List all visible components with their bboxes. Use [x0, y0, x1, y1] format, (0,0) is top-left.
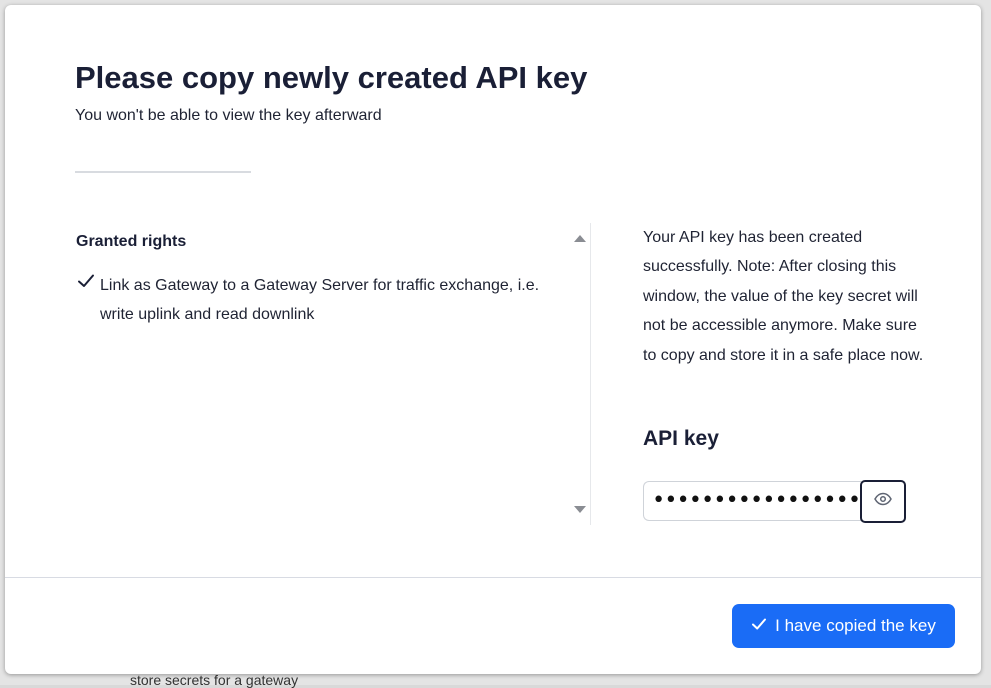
scroll-up-arrow-icon[interactable] [574, 235, 586, 242]
right-item-label: Link as Gateway to a Gateway Server for … [100, 277, 540, 323]
api-key-modal: Please copy newly created API key You wo… [5, 5, 981, 674]
granted-rights-heading: Granted rights [76, 233, 187, 250]
right-item: Link as Gateway to a Gateway Server for … [76, 271, 556, 329]
footer-divider [5, 577, 981, 578]
api-key-label: API key [643, 427, 719, 450]
rights-scrollbar[interactable] [570, 223, 590, 525]
check-icon [751, 616, 767, 637]
info-message: Your API key has been created successful… [643, 229, 924, 364]
panel-divider [590, 223, 591, 525]
copied-key-button-label: I have copied the key [775, 616, 936, 635]
toggle-visibility-button[interactable] [860, 480, 906, 523]
check-icon [76, 271, 100, 329]
api-key-field[interactable]: •••••••••••••••••••• [643, 481, 861, 521]
modal-title: Please copy newly created API key [75, 60, 588, 95]
eye-icon [874, 492, 892, 511]
copied-key-button[interactable]: I have copied the key [732, 604, 955, 648]
granted-rights-panel: Granted rights Link as Gateway to a Gate… [75, 223, 591, 525]
title-divider [75, 171, 251, 173]
backdrop-text: store secrets for a gateway [130, 672, 299, 688]
scroll-down-arrow-icon[interactable] [574, 506, 586, 513]
modal-subtitle: You won't be able to view the key afterw… [75, 107, 382, 124]
